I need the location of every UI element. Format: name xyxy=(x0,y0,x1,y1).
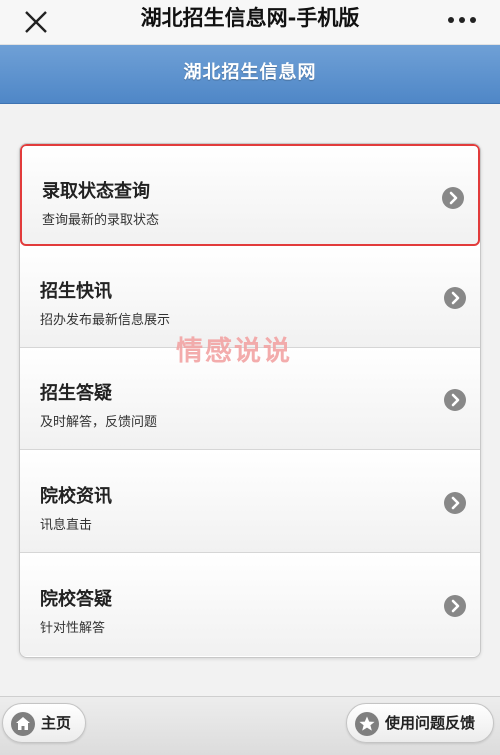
menu-item-subtitle: 查询最新的录取状态 xyxy=(42,213,160,228)
more-icon[interactable] xyxy=(446,10,478,30)
home-button[interactable]: 主页 xyxy=(2,703,86,743)
home-button-label: 主页 xyxy=(41,714,72,732)
star-icon xyxy=(355,712,379,736)
menu-item-title: 录取状态查询 xyxy=(42,181,150,202)
watermark: 情感说说 xyxy=(176,336,292,367)
chevron-right-icon xyxy=(444,492,466,514)
page-header: 湖北招生信息网 xyxy=(0,45,500,104)
menu-item-title: 院校资讯 xyxy=(40,486,112,507)
menu-item-title: 招生快讯 xyxy=(40,281,112,302)
menu-item-title: 院校答疑 xyxy=(40,589,112,610)
menu-list: 录取状态查询 查询最新的录取状态 招生快讯 招办发布最新信息展示 招生答疑 及时… xyxy=(19,143,481,658)
menu-item-subtitle: 讯息直击 xyxy=(40,518,93,533)
chevron-right-icon xyxy=(444,389,466,411)
chevron-right-icon xyxy=(442,187,464,209)
feedback-button-label: 使用问题反馈 xyxy=(385,714,476,732)
feedback-button[interactable]: 使用问题反馈 xyxy=(346,703,494,743)
menu-item-enrollment-news[interactable]: 招生快讯 招办发布最新信息展示 xyxy=(20,246,480,348)
bottom-bar: 主页 使用问题反馈 xyxy=(0,696,500,755)
top-bar: 湖北招生信息网-手机版 xyxy=(0,0,500,45)
menu-item-college-news[interactable]: 院校资讯 讯息直击 xyxy=(20,451,480,553)
page-title: 湖北招生信息网 xyxy=(183,62,317,83)
menu-item-college-qa[interactable]: 院校答疑 针对性解答 xyxy=(20,554,480,656)
chevron-right-icon xyxy=(444,595,466,617)
menu-item-subtitle: 针对性解答 xyxy=(40,621,106,636)
menu-item-title: 招生答疑 xyxy=(40,383,112,404)
menu-item-subtitle: 招办发布最新信息展示 xyxy=(40,313,171,328)
window-title: 湖北招生信息网-手机版 xyxy=(140,6,360,30)
home-icon xyxy=(11,712,35,736)
chevron-right-icon xyxy=(444,287,466,309)
menu-item-admission-status[interactable]: 录取状态查询 查询最新的录取状态 xyxy=(20,144,480,246)
menu-item-subtitle: 及时解答，反馈问题 xyxy=(40,415,158,430)
